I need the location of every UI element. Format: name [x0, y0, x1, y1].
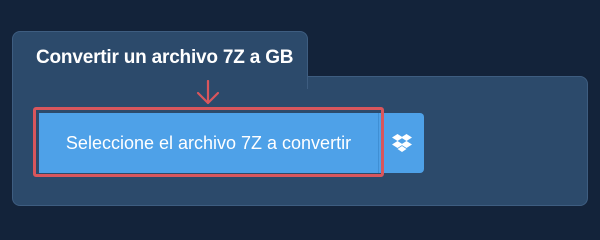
- dropbox-icon: [391, 134, 412, 152]
- select-file-button[interactable]: Seleccione el archivo 7Z a convertir: [39, 113, 378, 173]
- dropbox-button[interactable]: [378, 113, 424, 173]
- arrow-down-icon: [196, 80, 220, 105]
- converter-tab: Convertir un archivo 7Z a GB: [12, 31, 308, 89]
- tab-title: Convertir un archivo 7Z a GB: [36, 47, 294, 68]
